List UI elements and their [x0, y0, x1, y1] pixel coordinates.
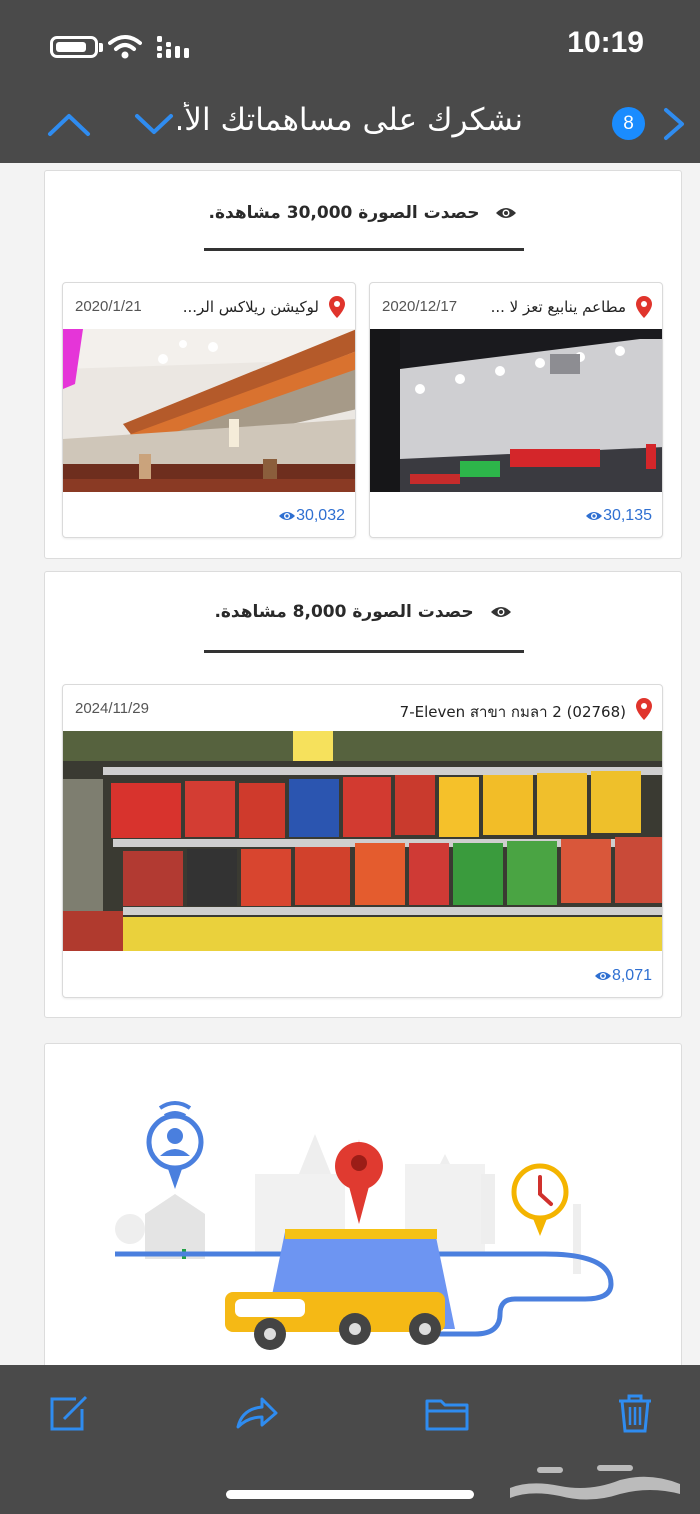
- location-pin-icon: [329, 296, 345, 318]
- view-count-value: 30,135: [603, 507, 652, 524]
- divider: [204, 650, 524, 653]
- milestone-heading: حصدت الصورة 8,000 مشاهدة.: [45, 602, 681, 622]
- photo-card-header: 7-Eleven สาขา กมลา 2 (02768) 2024/11/29: [63, 685, 662, 731]
- view-count: 30,135: [579, 507, 652, 525]
- chevron-up-icon[interactable]: [46, 104, 92, 144]
- photo-card-header: مطاعم ينابيع تعز لا ... 2020/12/17: [370, 283, 662, 329]
- milestone-heading-text: حصدت الصورة 8,000 مشاهدة.: [214, 602, 474, 622]
- snack-shelf-photo[interactable]: [63, 731, 662, 951]
- battery-cap: [99, 43, 103, 52]
- location-pin-icon: [636, 698, 652, 720]
- place-name[interactable]: 7-Eleven สาขา กมลา 2 (02768): [326, 700, 626, 724]
- milestone-heading: حصدت الصورة 30,000 مشاهدة.: [45, 203, 681, 223]
- view-count: 30,032: [272, 507, 345, 525]
- chevron-down-icon[interactable]: [134, 104, 174, 144]
- illustration-card: [44, 1043, 682, 1373]
- thread-count-badge: 8: [612, 107, 645, 140]
- home-indicator[interactable]: [226, 1490, 474, 1499]
- lounge-ceiling-photo[interactable]: [63, 329, 355, 492]
- location-pin-icon: [636, 296, 652, 318]
- photo-date: 2024/11/29: [75, 700, 149, 717]
- haraj-watermark-logo: [510, 1465, 680, 1500]
- milestone-card: حصدت الصورة 30,000 مشاهدة. مطاعم ينابيع …: [44, 170, 682, 559]
- battery-icon: [50, 36, 98, 58]
- photo-card[interactable]: لوكيشن ريلاكس الر... 2020/1/21 30,032: [62, 282, 356, 538]
- milestone-heading-text: حصدت الصورة 30,000 مشاهدة.: [208, 203, 480, 223]
- photo-date: 2020/12/17: [382, 298, 458, 315]
- status-bar: 10:19: [0, 0, 700, 90]
- eye-icon: [279, 512, 296, 520]
- compose-icon[interactable]: [48, 1393, 88, 1433]
- view-count-value: 30,032: [296, 507, 345, 524]
- milestone-card: حصدت الصورة 8,000 مشاهدة. 7-Eleven สาขา …: [44, 571, 682, 1018]
- chevron-right-icon[interactable]: [660, 104, 688, 144]
- view-count-value: 8,071: [611, 967, 652, 984]
- divider: [204, 248, 524, 251]
- photo-date: 2020/1/21: [75, 298, 142, 315]
- photo-card-header: لوكيشن ريلاكس الر... 2020/1/21: [63, 283, 355, 329]
- mail-nav-bar: نشكرك على مساهماتك الأ... 8: [0, 90, 700, 163]
- trash-icon[interactable]: [617, 1393, 653, 1433]
- view-count: 8,071: [588, 967, 652, 985]
- photo-card[interactable]: مطاعم ينابيع تعز لا ... 2020/12/17 30,13…: [369, 282, 663, 538]
- cellular-signal-icon: [157, 36, 189, 58]
- maps-car-illustration: [115, 1101, 614, 1350]
- folder-icon[interactable]: [425, 1393, 469, 1433]
- reply-icon[interactable]: [234, 1393, 280, 1433]
- message-subject: نشكرك على مساهماتك الأ...: [178, 102, 523, 138]
- eye-icon: [496, 208, 517, 218]
- eye-icon: [594, 972, 611, 980]
- photo-card[interactable]: 7-Eleven สาขา กมลา 2 (02768) 2024/11/29: [62, 684, 663, 998]
- place-name[interactable]: لوكيشن ريلاكس الر...: [179, 298, 319, 316]
- clock: 10:19: [567, 26, 644, 59]
- eye-icon: [490, 607, 511, 617]
- place-name[interactable]: مطاعم ينابيع تعز لا ...: [486, 298, 626, 316]
- wifi-icon: [108, 35, 142, 59]
- restaurant-storefront-photo[interactable]: [370, 329, 662, 492]
- eye-icon: [586, 512, 603, 520]
